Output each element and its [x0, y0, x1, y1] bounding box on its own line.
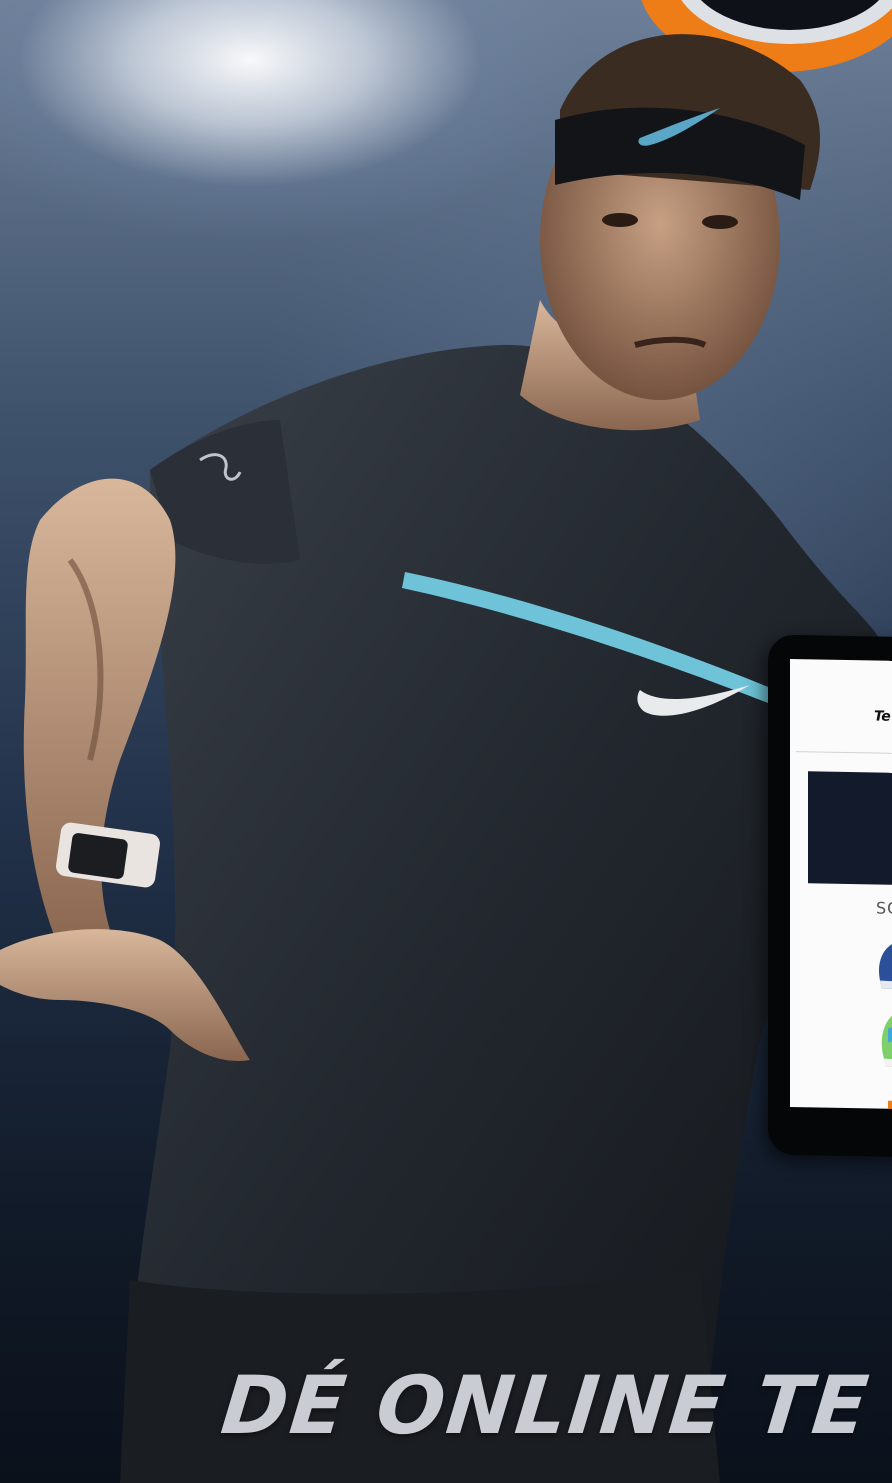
tablet-device: Te SC	[768, 634, 892, 1158]
hero-banner	[808, 771, 892, 886]
shop-cta-button[interactable]	[888, 1100, 892, 1110]
blue-shoe-image	[879, 940, 892, 990]
nav-divider	[796, 751, 892, 755]
ad-banner: Te SC DÉ ONLINE TE	[0, 0, 892, 1483]
tennis-player-image	[0, 34, 880, 1483]
green-shoe-image	[881, 1009, 892, 1068]
section-heading: SC	[876, 898, 892, 918]
tablet-screen: Te SC	[790, 658, 892, 1110]
headline: DÉ ONLINE TE	[217, 1359, 875, 1452]
shop-logo: Te	[874, 708, 891, 725]
